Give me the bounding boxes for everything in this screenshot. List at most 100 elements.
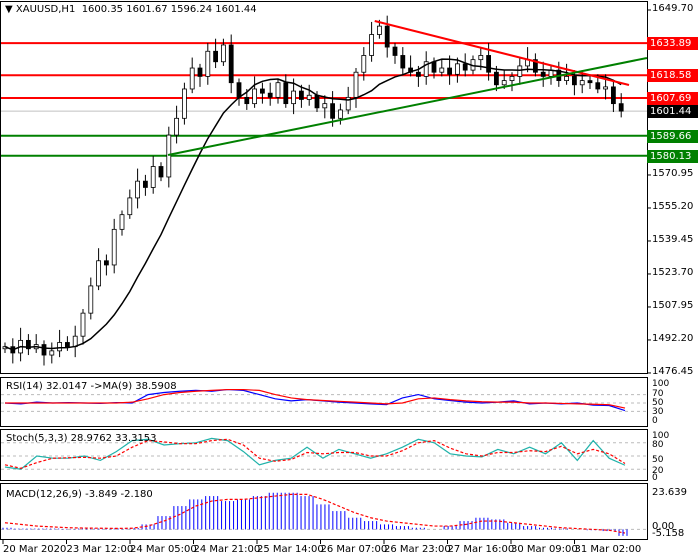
time-axis-label: 27 Mar 16:00 — [447, 544, 515, 555]
candle-body — [392, 46, 398, 56]
candle-body — [298, 90, 304, 100]
candle-body — [57, 342, 62, 352]
candle-body — [135, 180, 141, 199]
time-axis-label: 24 Mar 21:00 — [193, 544, 261, 555]
candle-body — [517, 65, 523, 77]
chart-window: ▼ XAUUSD,H1 1600.35 1601.67 1596.24 1601… — [0, 0, 700, 560]
chart-canvas[interactable] — [0, 0, 700, 560]
candle-body — [213, 50, 219, 63]
collapse-arrow-icon[interactable]: ▼ — [5, 4, 16, 15]
macd-axis-min: -5.158 — [652, 528, 685, 539]
candle-body — [330, 103, 336, 119]
candle-body — [166, 134, 172, 178]
candle-body — [267, 92, 273, 98]
time-axis-label: 30 Mar 09:00 — [511, 544, 578, 555]
candle-body — [564, 76, 569, 82]
stoch-label: Stoch(5,3,3) 28.9762 33.3153 — [6, 433, 157, 444]
candle-body — [41, 344, 47, 356]
current-price-tag: 1601.44 — [647, 105, 698, 119]
candle-body — [462, 63, 468, 71]
candle-body — [501, 80, 507, 86]
rsi-label: RSI(14) 32.0147 ->MA(9) 38.5908 — [6, 381, 177, 392]
rsi-ma-line — [5, 388, 626, 409]
level-price-tag: 1633.89 — [647, 37, 698, 51]
price-axis-label: 1507.95 — [652, 299, 694, 311]
time-axis-label: 20 Mar 2020 — [3, 544, 67, 555]
level-price-tag: 1607.69 — [647, 92, 698, 105]
price-axis-label: 1523.70 — [652, 266, 694, 278]
stoch-axis-80: 80 — [652, 440, 664, 450]
symbol-label: XAUUSD,H1 — [15, 4, 76, 15]
price-axis-label: 1492.20 — [652, 332, 694, 344]
price-axis-label: 1539.45 — [652, 233, 694, 245]
candle-body — [119, 214, 125, 230]
time-axis-label: 24 Mar 05:00 — [130, 544, 197, 555]
candle-body — [384, 25, 390, 48]
level-price-tag: 1589.66 — [647, 129, 698, 143]
candle-body — [104, 260, 109, 266]
candle-body — [181, 88, 187, 119]
time-axis-label: 25 Mar 14:00 — [257, 544, 324, 555]
time-axis-label: 26 Mar 07:00 — [320, 544, 388, 555]
candle-body — [579, 80, 585, 86]
candle-body — [618, 103, 624, 112]
candle-body — [415, 71, 421, 77]
macd-axis-max: 23.639 — [652, 487, 687, 498]
candle-body — [111, 228, 117, 266]
candle-body — [49, 350, 55, 356]
time-axis-label: 31 Mar 02:00 — [574, 544, 642, 555]
candle-body — [252, 88, 258, 105]
candle-body — [306, 94, 312, 100]
candle-body — [142, 180, 148, 188]
candle-body — [236, 82, 242, 98]
candle-body — [595, 82, 601, 90]
rsi-axis-0: 0 — [652, 416, 658, 426]
candle-body — [174, 117, 180, 136]
candle-body — [478, 55, 484, 61]
candle-body — [158, 166, 164, 178]
price-axis-label: 1555.20 — [652, 200, 694, 212]
candle-body — [369, 34, 375, 56]
candle-body — [361, 55, 367, 73]
candle-body — [587, 80, 593, 84]
time-axis-label: 23 Mar 12:00 — [66, 544, 134, 555]
macd-label: MACD(12,26,9) -3.849 -2.180 — [6, 489, 153, 500]
candle-body — [65, 342, 70, 348]
candle-body — [259, 88, 265, 94]
candle-body — [611, 86, 616, 105]
candle-body — [228, 44, 234, 84]
candle-body — [603, 86, 608, 90]
candle-body — [275, 82, 281, 98]
candle-body — [291, 90, 297, 105]
price-axis-label: 1649.70 — [652, 3, 694, 14]
level-price-tag: 1618.58 — [647, 69, 698, 83]
candle-body — [376, 25, 382, 35]
candle-body — [80, 312, 86, 337]
candle-body — [431, 61, 437, 73]
candle-body — [493, 71, 499, 86]
candle-body — [88, 285, 94, 314]
candle-body — [205, 50, 211, 77]
stoch-axis-0: 0 — [652, 473, 658, 483]
candle-body — [197, 67, 203, 77]
candle-body — [337, 109, 343, 119]
candle-body — [283, 82, 289, 105]
stoch-axis-50: 50 — [652, 455, 664, 465]
level-price-tag: 1580.13 — [647, 149, 698, 163]
ohlc-values: 1600.35 1601.67 1596.24 1601.44 — [81, 4, 257, 15]
rsi-axis-100: 100 — [652, 379, 670, 389]
main-panel — [0, 1, 648, 374]
moving-average-line — [4, 58, 622, 351]
chart-header: ▼ XAUUSD,H1 1600.35 1601.67 1596.24 1601… — [5, 4, 257, 15]
candle-body — [447, 67, 453, 75]
candle-body — [454, 63, 460, 75]
candle-body — [244, 96, 250, 105]
candle-body — [400, 55, 406, 69]
time-axis-label: 26 Mar 23:00 — [384, 544, 451, 555]
candle-body — [439, 67, 445, 73]
candle-body — [322, 103, 328, 109]
candle-body — [353, 71, 359, 98]
candle-body — [486, 55, 492, 73]
candle-body — [572, 76, 577, 86]
candle-body — [150, 166, 156, 188]
